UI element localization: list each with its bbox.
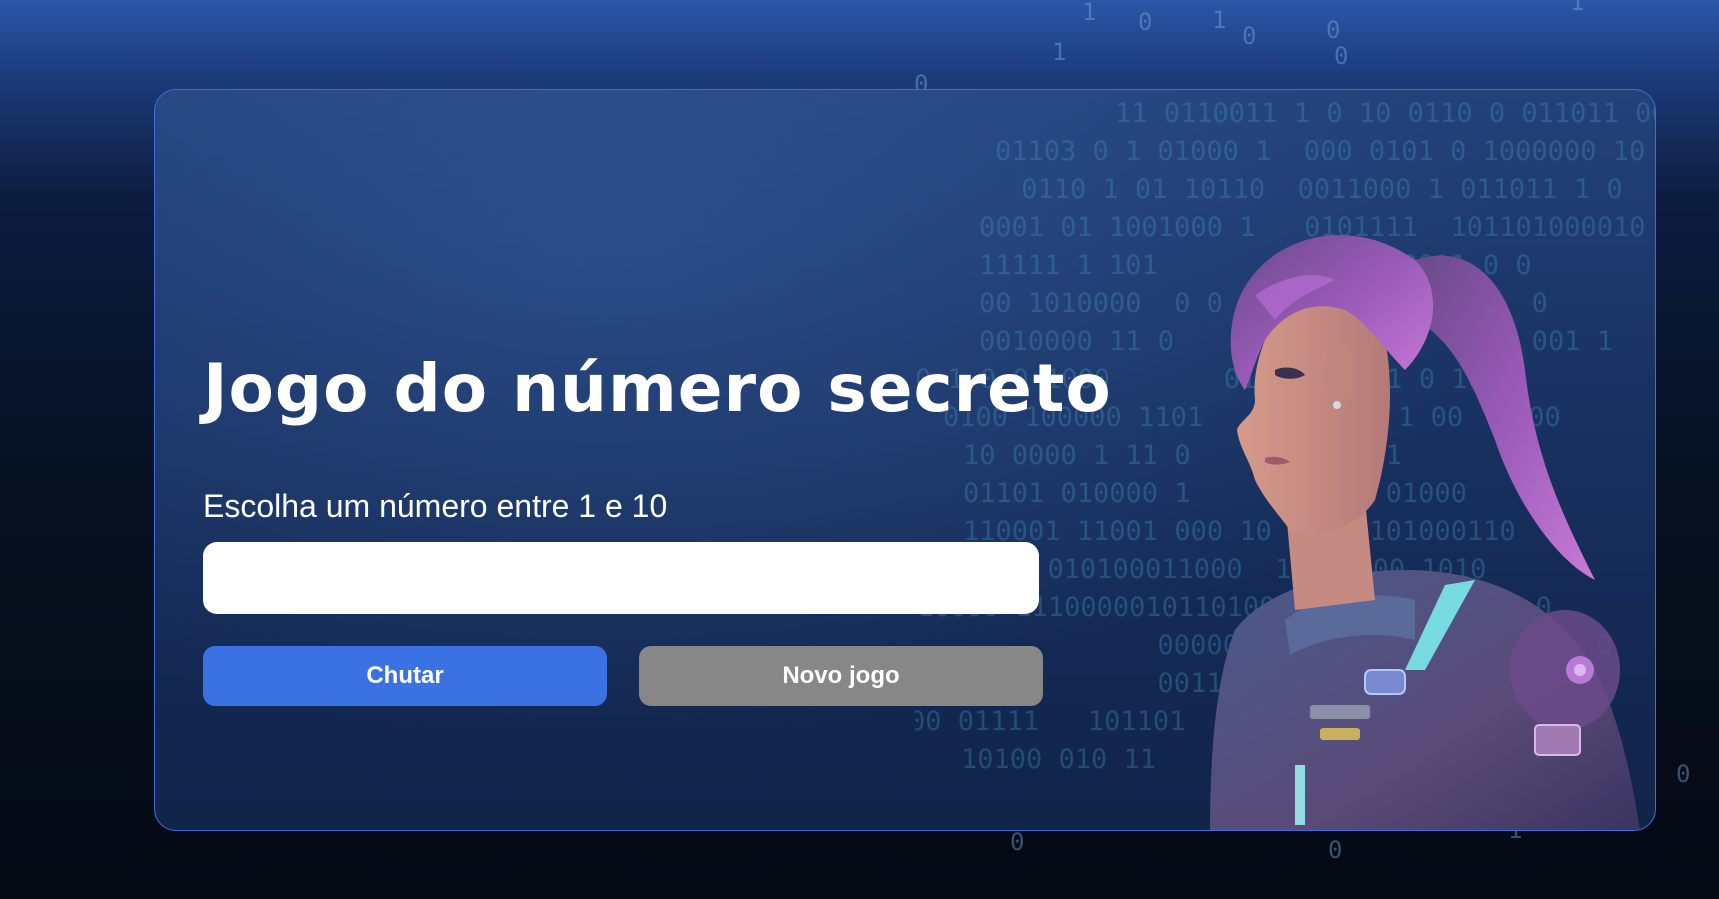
page-title: Jogo do número secreto — [203, 350, 1112, 427]
game-card: 11 0110011 1 0 10 0110 0 011011 0001 011… — [154, 89, 1656, 831]
guess-button[interactable]: Chutar — [203, 646, 607, 706]
guess-prompt: Escolha um número entre 1 e 10 — [203, 488, 668, 524]
bg-digit: 1 — [1212, 6, 1227, 34]
bg-digit: 0 — [1138, 8, 1153, 36]
astronaut-girl-illustration — [1210, 235, 1640, 830]
binary-line: 11 0110011 1 0 10 0110 0 011011 0001 — [1115, 98, 1656, 129]
bg-digit: 0 — [1676, 760, 1691, 788]
bg-digit: 1 — [1082, 0, 1097, 26]
binary-line: 01103 0 1 01000 1 000 0101 0 1000000 10 — [995, 136, 1646, 167]
bg-digit: 1 — [1052, 38, 1067, 66]
guess-input[interactable] — [203, 542, 1039, 614]
bg-digit: 0 — [1242, 22, 1257, 50]
bg-digit: 0 — [1328, 836, 1343, 864]
bg-digit: 0 — [1326, 16, 1341, 44]
new-game-button[interactable]: Novo jogo — [639, 646, 1043, 706]
bg-digit: 1 — [1570, 0, 1585, 16]
bg-digit: 0 — [1010, 828, 1025, 856]
bg-digit: 0 — [1334, 42, 1349, 70]
